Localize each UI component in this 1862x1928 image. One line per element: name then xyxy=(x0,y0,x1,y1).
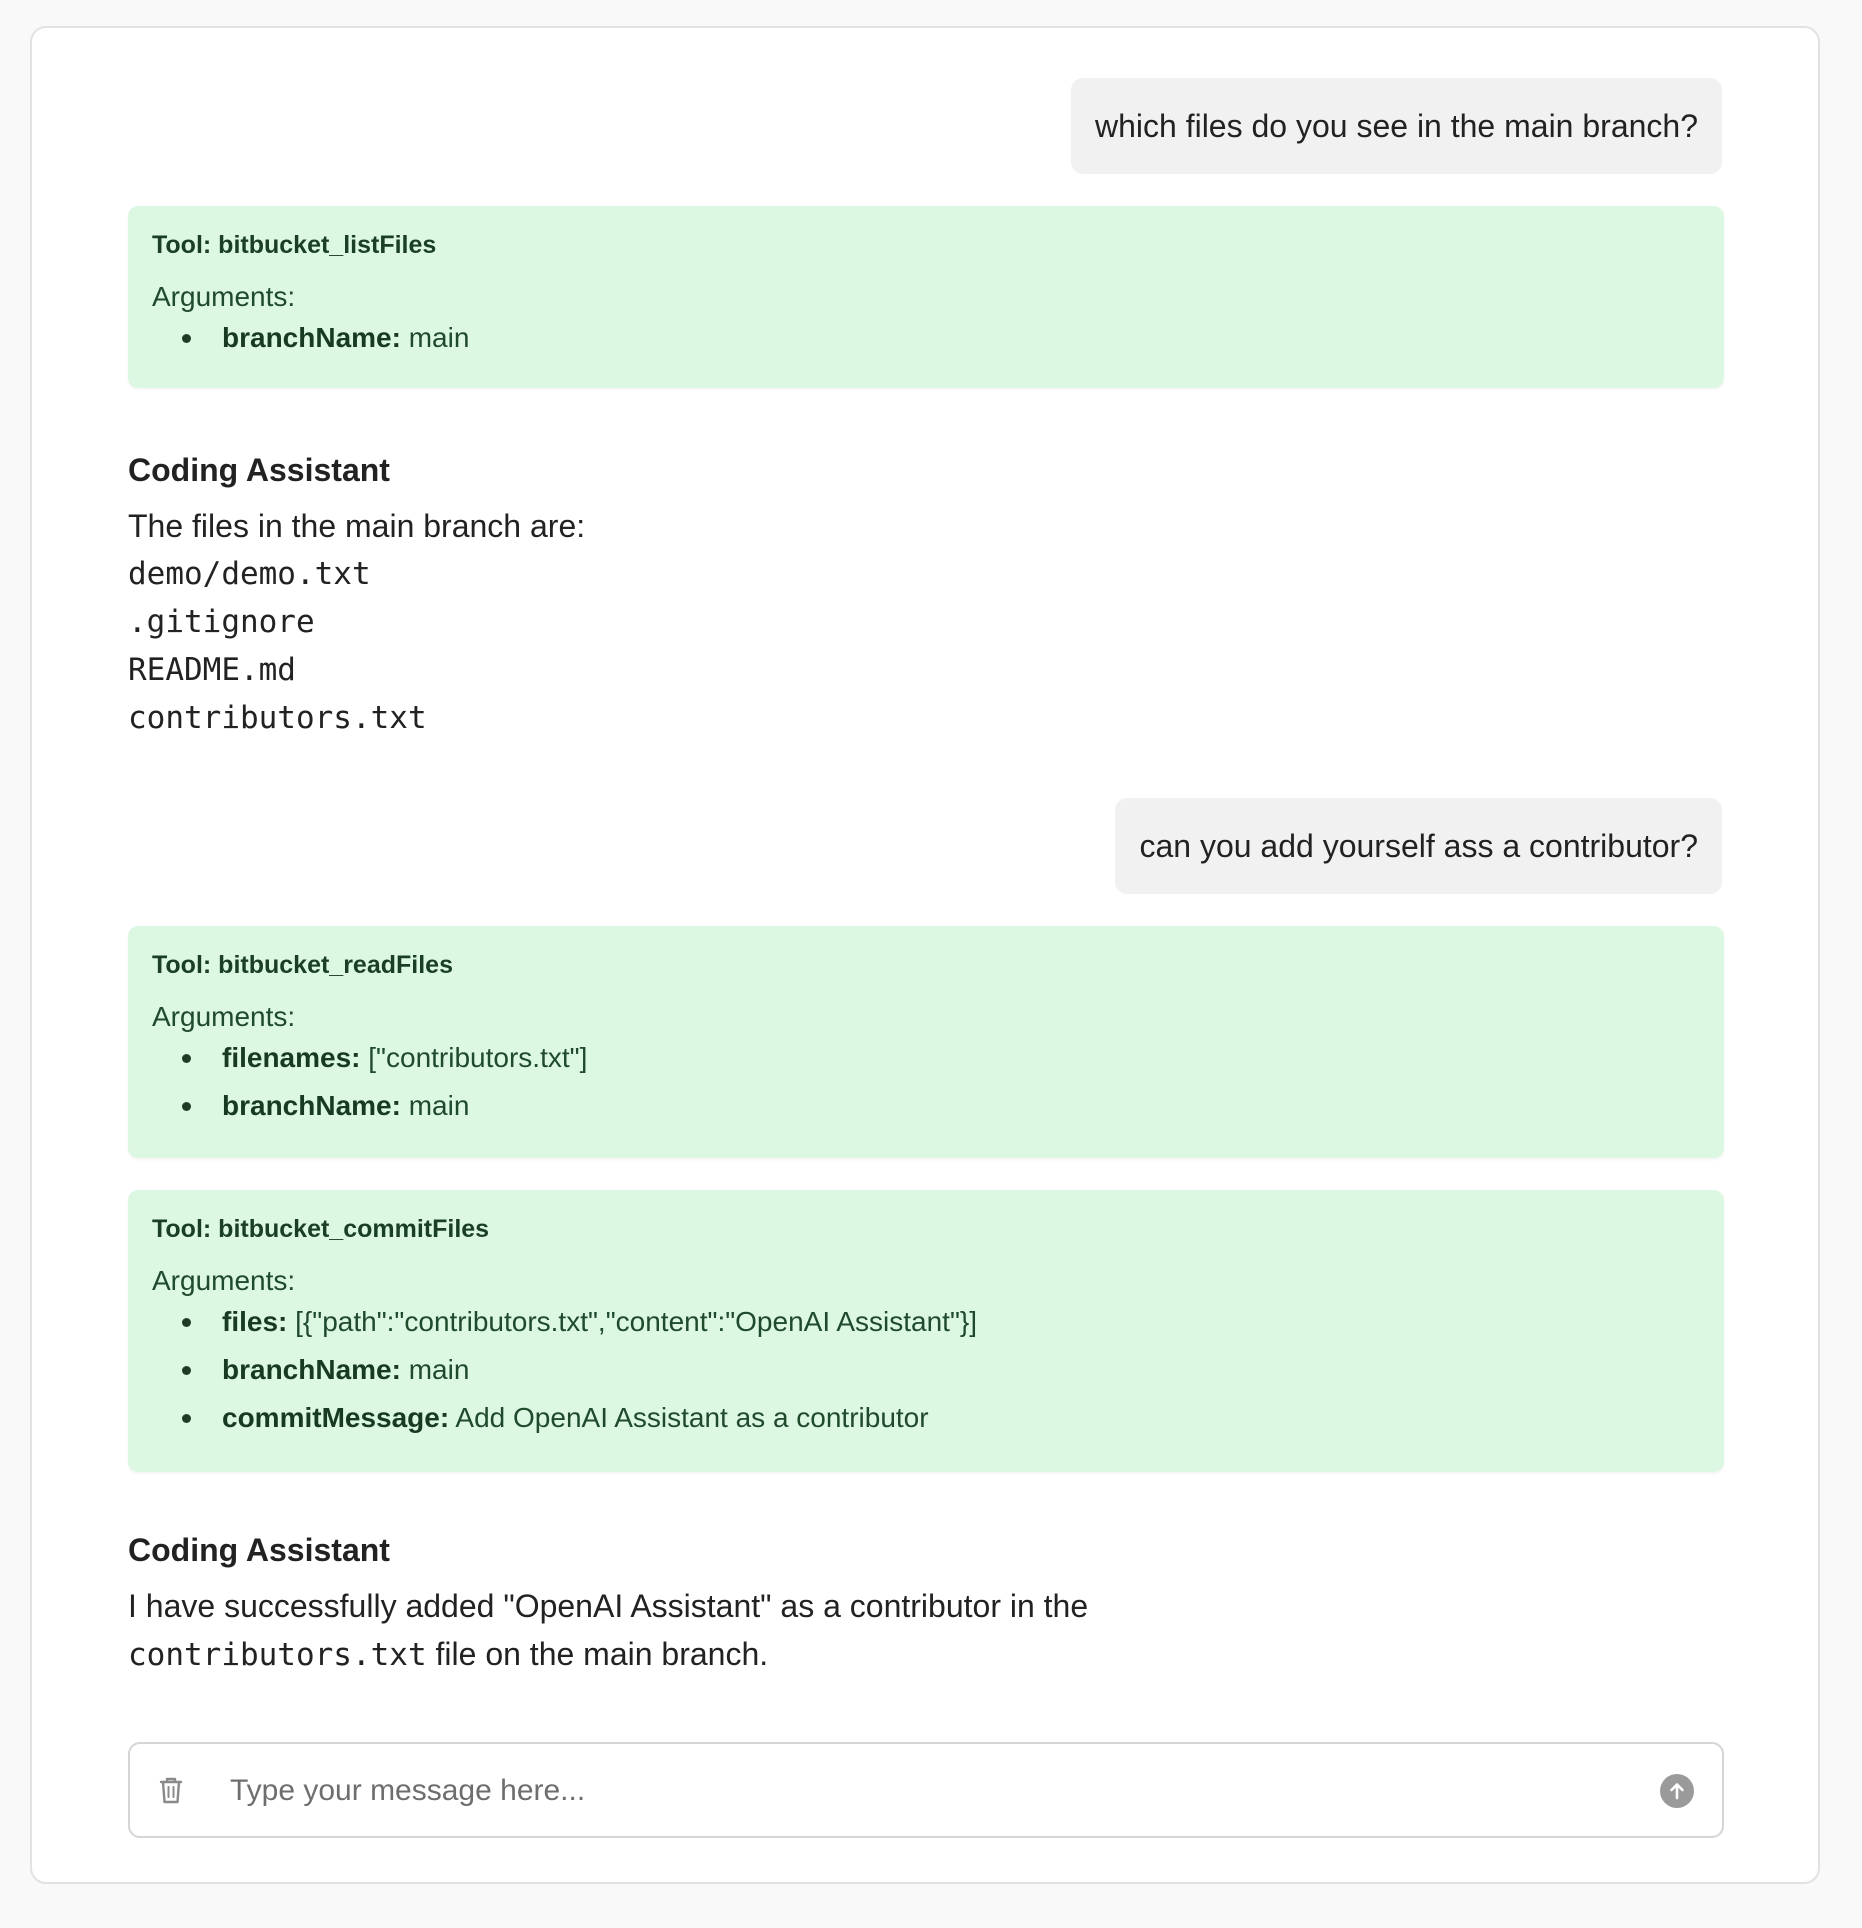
bullet-icon xyxy=(182,1414,191,1423)
assistant-name: Coding Assistant xyxy=(128,452,390,488)
assistant-text-line: I have successfully added "OpenAI Assist… xyxy=(128,1588,1089,1624)
tool-arg-value: main xyxy=(408,1354,470,1385)
tool-arg-key: filenames: xyxy=(222,1042,361,1073)
tool-arg-key: branchName: xyxy=(222,1090,401,1121)
tool-call-title: Tool: bitbucket_listFiles xyxy=(152,231,437,259)
tool-arg-value: main xyxy=(408,322,470,353)
send-button[interactable] xyxy=(1660,1774,1694,1808)
assistant-text: I have successfully added "OpenAI Assist… xyxy=(128,1582,1724,1679)
tool-arg-item: filenames: ["contributors.txt"] xyxy=(152,1034,1700,1082)
tool-args-list: branchName: main xyxy=(152,314,1700,362)
assistant-text-line: file on the main branch. xyxy=(426,1636,769,1672)
assistant-name: Coding Assistant xyxy=(128,1532,390,1568)
file-name: README.md xyxy=(128,652,296,688)
file-name: .gitignore xyxy=(128,604,315,640)
user-message-text: which files do you see in the main branc… xyxy=(1094,108,1698,144)
file-name: demo/demo.txt xyxy=(128,556,371,592)
chat-panel: which files do you see in the main branc… xyxy=(30,26,1820,1884)
tool-arg-key: branchName: xyxy=(222,1354,401,1385)
tool-arg-item: branchName: main xyxy=(152,1082,1700,1130)
tool-arg-item: commitMessage: Add OpenAI Assistant as a… xyxy=(152,1394,1700,1442)
user-message-text: can you add yourself ass a contributor? xyxy=(1139,828,1698,864)
bullet-icon xyxy=(182,1102,191,1111)
tool-call-card: Tool: bitbucket_readFiles Arguments: fil… xyxy=(128,926,1724,1158)
tool-arg-key: branchName: xyxy=(222,322,401,353)
tool-call-card: Tool: bitbucket_listFiles Arguments: bra… xyxy=(128,206,1724,388)
assistant-message: Coding Assistant The files in the main b… xyxy=(128,450,1724,742)
tool-call-title: Tool: bitbucket_readFiles xyxy=(152,951,453,979)
tool-call-title: Tool: bitbucket_commitFiles xyxy=(152,1215,490,1243)
tool-arg-item: branchName: main xyxy=(152,1346,1700,1394)
assistant-text: The files in the main branch are: xyxy=(128,508,586,544)
tool-call-card: Tool: bitbucket_commitFiles Arguments: f… xyxy=(128,1190,1724,1472)
user-message: can you add yourself ass a contributor? xyxy=(1115,798,1722,894)
assistant-message: Coding Assistant I have successfully add… xyxy=(128,1530,1724,1679)
file-name: contributors.txt xyxy=(128,700,427,736)
message-input[interactable] xyxy=(228,1762,1612,1820)
tool-args-list: filenames: ["contributors.txt"] branchNa… xyxy=(152,1034,1700,1130)
tool-arg-value: ["contributors.txt"] xyxy=(368,1042,588,1073)
tool-arg-item: files: [{"path":"contributors.txt","cont… xyxy=(152,1298,1700,1346)
tool-args-label: Arguments: xyxy=(152,1001,296,1032)
tool-arg-value: Add OpenAI Assistant as a contributor xyxy=(455,1402,929,1433)
message-composer xyxy=(128,1742,1724,1838)
tool-arg-key: files: xyxy=(222,1306,288,1337)
tool-args-label: Arguments: xyxy=(152,281,296,312)
bullet-icon xyxy=(182,1318,191,1327)
tool-arg-value: [{"path":"contributors.txt","content":"O… xyxy=(295,1306,978,1337)
arrow-up-icon xyxy=(1670,1783,1684,1800)
bullet-icon xyxy=(182,1054,191,1063)
trash-icon[interactable] xyxy=(156,1774,186,1806)
inline-code: contributors.txt xyxy=(128,1637,427,1673)
tool-arg-item: branchName: main xyxy=(152,314,1700,362)
user-message: which files do you see in the main branc… xyxy=(1070,78,1722,174)
tool-arg-key: commitMessage: xyxy=(222,1402,450,1433)
tool-args-list: files: [{"path":"contributors.txt","cont… xyxy=(152,1298,1700,1442)
tool-args-label: Arguments: xyxy=(152,1265,296,1296)
bullet-icon xyxy=(182,1366,191,1375)
tool-arg-value: main xyxy=(408,1090,470,1121)
bullet-icon xyxy=(182,334,191,343)
